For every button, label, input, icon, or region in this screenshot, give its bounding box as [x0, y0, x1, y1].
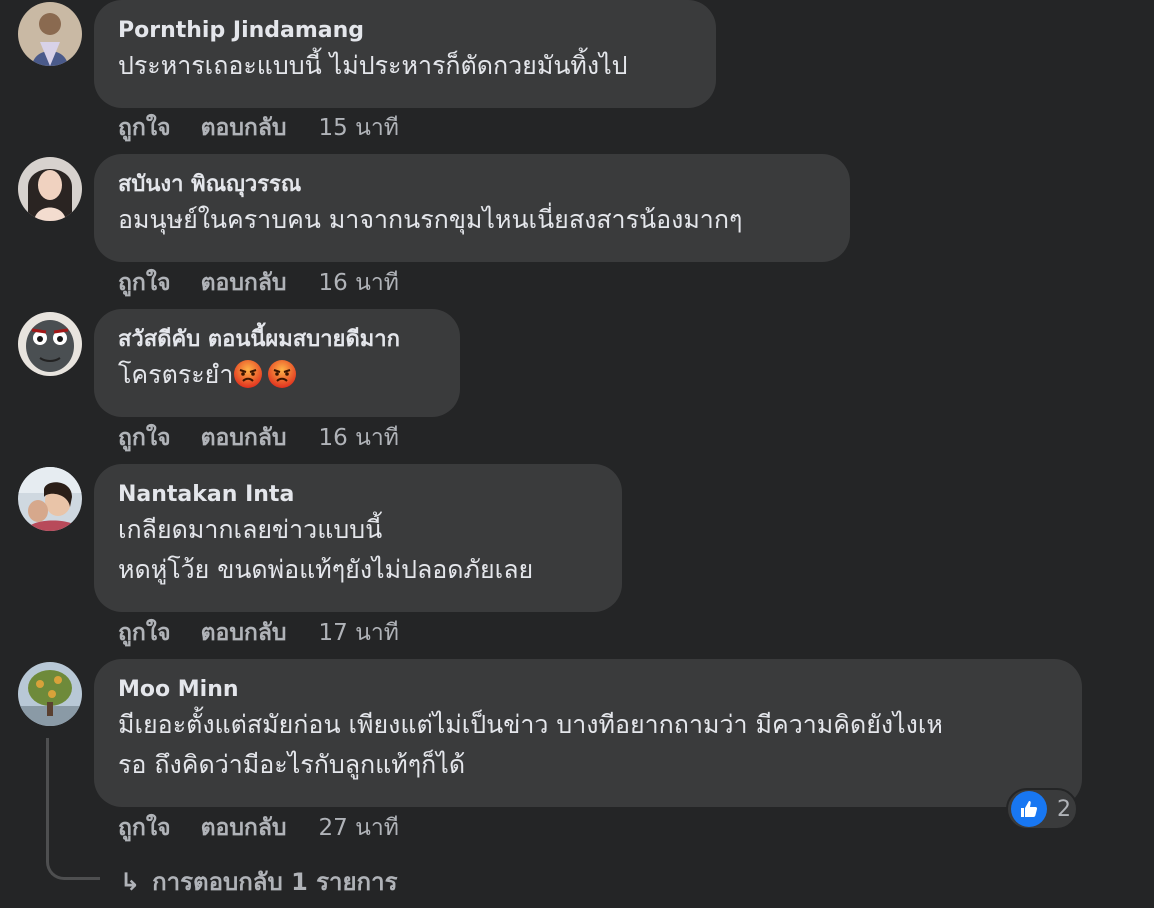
comment-bubble: Nantakan Inta เกลียดมากเลยข่าวแบบนี้ หดห… [94, 464, 622, 612]
reply-arrow-icon: ↳ [120, 868, 141, 896]
view-replies-label: การตอบกลับ 1 รายการ [152, 868, 398, 896]
comment-text-body: โครตระยำ [118, 360, 234, 389]
like-icon [1011, 791, 1047, 827]
reply-button[interactable]: ตอบกลับ [201, 425, 287, 451]
comment-text-line-1: เกลียดมากเลยข่าวแบบนี้ [118, 515, 383, 544]
comment-actions: ถูกใจ ตอบกลับ 16 นาที [118, 423, 399, 453]
like-button[interactable]: ถูกใจ [118, 620, 171, 646]
avatar[interactable] [18, 157, 82, 221]
like-button[interactable]: ถูกใจ [118, 270, 171, 296]
comment-timestamp[interactable]: 15 นาที [319, 115, 399, 141]
comment-text: ประหารเถอะแบบนี้ ไม่ประหารก็ตัดกวยมันทิ้… [118, 51, 628, 80]
reply-button[interactable]: ตอบกลับ [201, 115, 287, 141]
comment-author[interactable]: สวัสดีคับ ตอนนี้ผมสบายดีมาก [118, 325, 434, 355]
comment-bubble: สบันงา พิณญุวรรณ อมนุษย์ในคราบคน มาจากนร… [94, 154, 850, 262]
like-button[interactable]: ถูกใจ [118, 815, 171, 841]
avatar[interactable] [18, 662, 82, 726]
angry-face-icon [233, 359, 263, 389]
comment-text-line-2: หดหู่โว้ย ขนดพ่อแท้ๆยังไม่ปลอดภัยเลย [118, 555, 534, 584]
comment-timestamp[interactable]: 16 นาที [319, 425, 399, 451]
like-button[interactable]: ถูกใจ [118, 115, 171, 141]
reaction-summary[interactable]: 2 [1006, 788, 1078, 830]
avatar[interactable] [18, 467, 82, 531]
comment-actions: ถูกใจ ตอบกลับ 27 นาที [118, 813, 399, 843]
reply-button[interactable]: ตอบกลับ [201, 270, 287, 296]
comment-bubble: Pornthip Jindamang ประหารเถอะแบบนี้ ไม่ป… [94, 0, 716, 108]
comment-author[interactable]: Pornthip Jindamang [118, 16, 690, 46]
comment-text-line-1: มีเยอะตั้งแต่สมัยก่อน เพียงแต่ไม่เป็นข่า… [118, 710, 943, 739]
comment-bubble: สวัสดีคับ ตอนนี้ผมสบายดีมาก โครตระยำ [94, 309, 460, 417]
reply-button[interactable]: ตอบกลับ [201, 620, 287, 646]
comment-text: โครตระยำ [118, 355, 434, 395]
avatar[interactable] [18, 2, 82, 66]
comment-author[interactable]: Nantakan Inta [118, 480, 596, 510]
angry-face-icon [267, 359, 297, 389]
comment-actions: ถูกใจ ตอบกลับ 15 นาที [118, 113, 399, 143]
comment-timestamp[interactable]: 27 นาที [319, 815, 399, 841]
reply-thread-line [46, 738, 100, 880]
like-button[interactable]: ถูกใจ [118, 425, 171, 451]
comment-author[interactable]: สบันงา พิณญุวรรณ [118, 170, 824, 200]
comment-text: อมนุษย์ในคราบคน มาจากนรกขุมไหนเนี่ยสงสาร… [118, 205, 743, 234]
reply-button[interactable]: ตอบกลับ [201, 815, 287, 841]
comment-text-line-2: รอ ถึงคิดว่ามีอะไรกับลูกแท้ๆก็ได้ [118, 750, 466, 779]
comment-actions: ถูกใจ ตอบกลับ 16 นาที [118, 268, 399, 298]
comment-actions: ถูกใจ ตอบกลับ 17 นาที [118, 618, 399, 648]
comment-timestamp[interactable]: 17 นาที [319, 620, 399, 646]
reaction-count: 2 [1057, 796, 1071, 822]
view-replies-link[interactable]: ↳ การตอบกลับ 1 รายการ [120, 862, 397, 901]
comment-author[interactable]: Moo Minn [118, 675, 1056, 705]
comment-bubble: Moo Minn มีเยอะตั้งแต่สมัยก่อน เพียงแต่ไ… [94, 659, 1082, 807]
comment-timestamp[interactable]: 16 นาที [319, 270, 399, 296]
avatar[interactable] [18, 312, 82, 376]
